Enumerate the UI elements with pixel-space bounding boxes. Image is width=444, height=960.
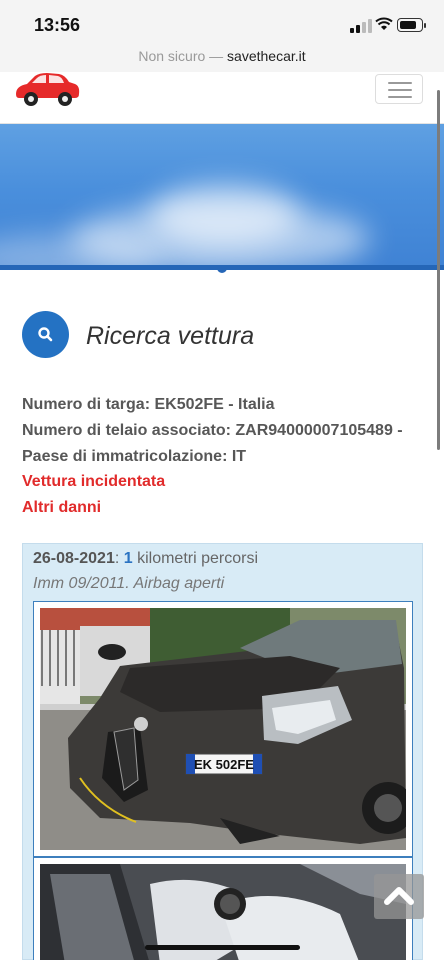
- scroll-to-top-button[interactable]: [374, 874, 424, 919]
- hero-divider-notch: [217, 265, 227, 273]
- record-km-label: kilometri percorsi: [132, 550, 258, 567]
- battery-icon: [397, 18, 426, 32]
- record-header: 26-08-2021: 1 kilometri percorsi: [33, 550, 258, 568]
- red-car-icon[interactable]: [13, 72, 81, 108]
- status-time: 13:56: [34, 15, 81, 35]
- other-damage-label: Altri danni: [22, 499, 102, 516]
- damage-photo-1[interactable]: EK 502FE: [33, 601, 414, 857]
- record-card: 26-08-2021: 1 kilometri percorsi Imm 09/…: [22, 543, 423, 960]
- chassis-info: Numero di telaio associato: ZAR940000071…: [22, 422, 403, 439]
- security-label: Non sicuro: [138, 48, 206, 64]
- page-scrollbar[interactable]: [437, 90, 440, 450]
- record-date: 26-08-2021: [33, 550, 115, 567]
- hamburger-icon[interactable]: [375, 74, 423, 104]
- chevron-up-icon: [384, 887, 414, 905]
- accident-label: Vettura incidentata: [22, 473, 166, 490]
- home-indicator[interactable]: [145, 945, 300, 950]
- license-plate-text: EK 502FE: [194, 757, 254, 772]
- url-separator: —: [205, 48, 228, 64]
- page-title: Ricerca vettura: [86, 322, 255, 350]
- status-bar: 13:56: [0, 0, 444, 44]
- plate-info: Numero di targa: EK502FE - Italia: [22, 396, 275, 413]
- wifi-icon: [375, 17, 393, 30]
- record-colon: :: [114, 550, 124, 567]
- record-note: Imm 09/2011. Airbag aperti: [33, 575, 225, 592]
- search-icon: [22, 311, 69, 358]
- signal-icon: [350, 19, 372, 33]
- country-info: Paese di immatricolazione: IT: [22, 448, 247, 465]
- hero-banner: [0, 124, 444, 270]
- damaged-car-image: EK 502FE: [40, 608, 414, 850]
- site-header: [0, 72, 444, 124]
- url-domain: savethecar.it: [227, 48, 306, 64]
- record-km-value: 1: [123, 550, 133, 567]
- address-bar[interactable]: Non sicuro — savethecar.it: [0, 44, 444, 72]
